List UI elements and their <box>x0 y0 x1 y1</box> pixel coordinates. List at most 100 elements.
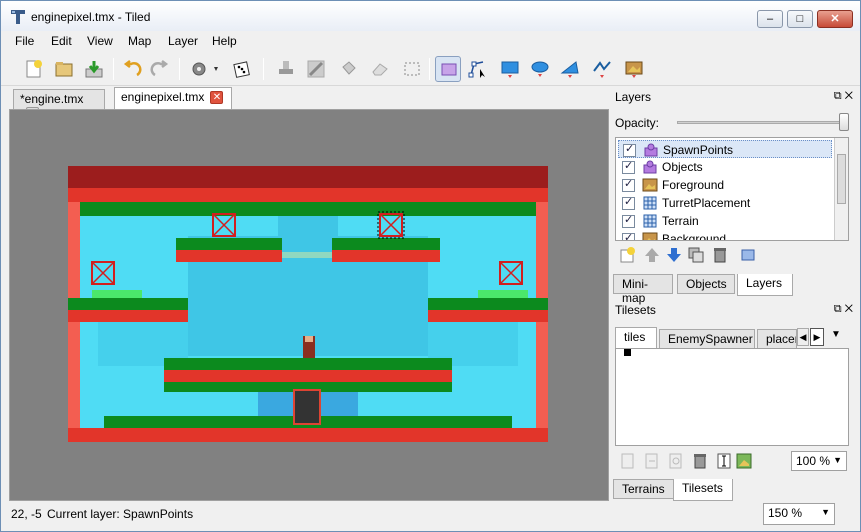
tab-enginepixel-tmx[interactable]: enginepixel.tmx ✕ <box>114 87 232 110</box>
menu-edit[interactable]: Edit <box>51 34 72 48</box>
add-layer-icon[interactable] <box>619 246 637 264</box>
close-window-button[interactable]: ✕ <box>817 10 853 28</box>
undo-icon[interactable] <box>119 56 145 82</box>
computer-terminal <box>293 389 321 425</box>
scroll-left-icon[interactable]: ◀ <box>797 328 809 346</box>
main-toolbar <box>1 52 860 86</box>
open-icon[interactable] <box>51 56 77 82</box>
save-icon[interactable] <box>81 56 107 82</box>
opacity-slider[interactable] <box>677 121 849 124</box>
layer-name: SpawnPoints <box>663 143 734 157</box>
tileset-tab-enemyspawner[interactable]: EnemySpawner <box>659 329 755 349</box>
remove-tileset-icon[interactable] <box>691 452 709 470</box>
random-dice-icon[interactable] <box>229 56 255 82</box>
visibility-checkbox[interactable] <box>622 159 635 174</box>
layer-row-foreground[interactable]: Foreground <box>618 176 832 194</box>
scroll-right-icon[interactable]: ▶ <box>810 328 824 346</box>
tileset-tab-placer[interactable]: placer <box>757 329 797 349</box>
bridge-chain <box>282 252 332 258</box>
tab-label: *engine.tmx <box>20 92 84 106</box>
tile-cell[interactable] <box>624 349 631 356</box>
map-view[interactable] <box>68 166 548 442</box>
layer-row-spawnpoints[interactable]: SpawnPoints <box>618 140 832 158</box>
map-zoom-value: 150 % <box>768 506 803 520</box>
raise-layer-icon[interactable] <box>643 246 661 264</box>
insert-ellipse-icon[interactable] <box>527 56 553 82</box>
insert-tile-icon[interactable] <box>621 56 647 82</box>
layers-list[interactable]: SpawnPoints Objects Foreground TurretPla… <box>615 137 849 241</box>
dock-float-close-icon[interactable]: ⧉ ✕ <box>834 90 853 103</box>
bush <box>92 290 142 298</box>
edit-polygon-icon[interactable] <box>465 56 491 82</box>
eraser-icon[interactable] <box>367 56 393 82</box>
tile-properties-icon[interactable] <box>715 452 733 470</box>
tab-mini-map[interactable]: Mini-map <box>613 274 673 305</box>
tilesets-dock-title: Tilesets ⧉ ✕ <box>611 301 859 319</box>
tab-terrains[interactable]: Terrains <box>613 479 675 499</box>
visibility-checkbox[interactable] <box>623 142 636 157</box>
tileset-properties-icon[interactable] <box>667 452 685 470</box>
insert-rectangle-icon[interactable] <box>497 56 523 82</box>
tab-layers[interactable]: Layers <box>737 274 793 296</box>
new-tileset-icon[interactable] <box>619 452 637 470</box>
layer-view-icon[interactable] <box>739 246 757 264</box>
scrollbar-thumb[interactable] <box>837 154 846 204</box>
stamp-brush-icon[interactable] <box>273 56 299 82</box>
map-zoom-select[interactable]: 150 % ▼ <box>763 503 835 525</box>
tileset-view[interactable] <box>615 348 849 446</box>
layer-name: Objects <box>662 160 703 174</box>
tab-objects[interactable]: Objects <box>677 274 735 294</box>
opacity-slider-handle[interactable] <box>839 113 849 131</box>
menu-map[interactable]: Map <box>128 34 151 48</box>
select-objects-icon[interactable] <box>435 56 461 82</box>
menu-view[interactable]: View <box>87 34 113 48</box>
toolbar-separator <box>113 58 114 80</box>
tileset-menu-chevron-down-icon[interactable]: ▼ <box>831 329 841 340</box>
tile-image-icon[interactable] <box>735 452 753 470</box>
layers-dock-title: Layers ⧉ ✕ <box>611 88 859 106</box>
minimize-button[interactable]: – <box>757 10 783 28</box>
ceiling <box>68 166 548 188</box>
tab-engine-tmx[interactable]: *engine.tmx✕ <box>13 89 105 121</box>
insert-polyline-icon[interactable] <box>589 56 615 82</box>
layer-row-objects[interactable]: Objects <box>618 158 832 176</box>
delete-layer-icon[interactable] <box>711 246 729 264</box>
maximize-button[interactable]: □ <box>787 10 813 28</box>
tab-tilesets[interactable]: Tilesets <box>673 479 733 501</box>
menu-file[interactable]: File <box>15 34 34 48</box>
terrain-brush-icon[interactable] <box>303 56 329 82</box>
layer-row-turretplacement[interactable]: TurretPlacement <box>618 194 832 212</box>
object-layer-icon <box>644 143 658 157</box>
visibility-checkbox[interactable] <box>622 213 635 228</box>
layer-name: Terrain <box>662 214 699 228</box>
image-layer-icon <box>642 232 658 240</box>
visibility-checkbox[interactable] <box>622 177 635 192</box>
layers-scrollbar[interactable] <box>834 138 848 240</box>
toolbar-separator <box>429 58 430 80</box>
bucket-fill-icon[interactable] <box>335 56 361 82</box>
close-tab-icon[interactable]: ✕ <box>210 91 224 105</box>
map-canvas[interactable] <box>9 109 609 501</box>
platform-grass <box>332 238 440 250</box>
rect-select-icon[interactable] <box>399 56 425 82</box>
new-icon[interactable] <box>21 56 47 82</box>
layer-row-terrain[interactable]: Terrain <box>618 212 832 230</box>
tileset-zoom-value: 100 % <box>796 454 831 468</box>
visibility-checkbox[interactable] <box>622 195 635 210</box>
lower-layer-icon[interactable] <box>665 246 683 264</box>
layer-row-background[interactable]: Background <box>618 230 832 240</box>
tileset-zoom-select[interactable]: 100 % ▼ <box>791 451 847 471</box>
insert-polygon-icon[interactable] <box>557 56 583 82</box>
visibility-checkbox[interactable] <box>622 231 635 240</box>
redo-icon[interactable] <box>147 56 173 82</box>
duplicate-layer-icon[interactable] <box>687 246 705 264</box>
tileset-tab-tiles[interactable]: tiles <box>615 327 657 349</box>
menu-help[interactable]: Help <box>212 34 237 48</box>
main-window: enginepixel.tmx - Tiled – □ ✕ File Edit … <box>0 0 861 532</box>
dock-float-close-icon[interactable]: ⧉ ✕ <box>834 303 853 316</box>
import-tileset-icon[interactable] <box>643 452 661 470</box>
command-gear-icon[interactable] <box>187 56 223 82</box>
platform-grass <box>164 358 452 370</box>
current-layer-label: Current layer: SpawnPoints <box>47 507 194 521</box>
menu-layer[interactable]: Layer <box>168 34 198 48</box>
